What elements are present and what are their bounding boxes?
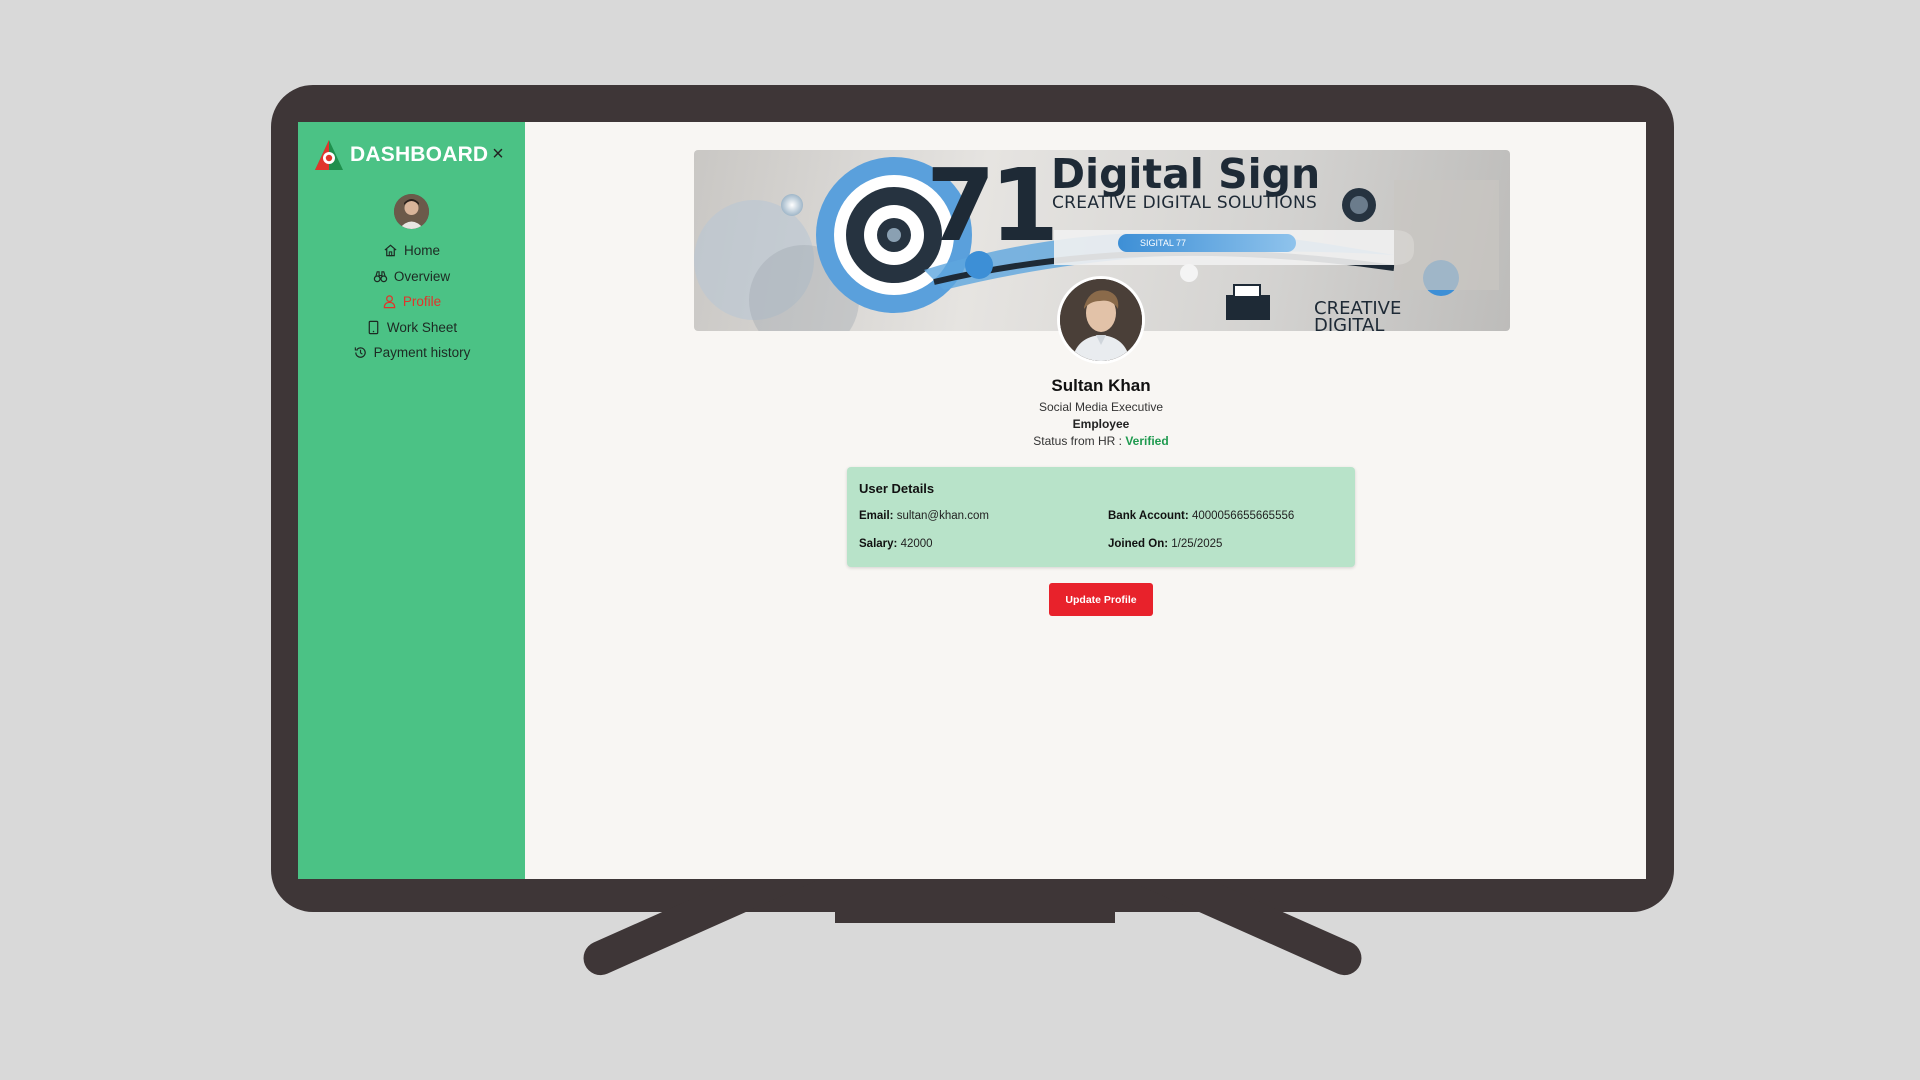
monitor-stand-neck (835, 905, 1115, 923)
profile-status: Status from HR : Verified (801, 434, 1401, 448)
profile-designation: Social Media Executive (1038, 400, 1164, 414)
salary-label: Salary: (859, 538, 898, 550)
avatar-image (394, 194, 429, 229)
salary-value: 42000 (900, 538, 933, 550)
dashboard-title: DASHBOARD (350, 143, 489, 166)
screen: DASHBOARD × Home Overview Profile Work S… (298, 122, 1646, 879)
user-details-title: User Details (859, 481, 935, 496)
sidebar-item-work-sheet[interactable]: Work Sheet (298, 315, 525, 341)
sidebar-item-label: Overview (393, 268, 451, 284)
close-icon: × (492, 143, 504, 165)
joined-row: Joined On: 1/25/2025 (1108, 538, 1222, 550)
banner-pill: SIGITAL 77 (1118, 234, 1296, 252)
email-row: Email: sultan@khan.com (859, 510, 989, 522)
logo-icon (315, 140, 343, 170)
binoculars-icon (373, 271, 388, 283)
update-profile-button[interactable]: Update Profile (1049, 583, 1153, 616)
sidebar-avatar[interactable] (394, 194, 429, 229)
banner-number: 71 (926, 150, 1059, 264)
banner-subtitle: CREATIVE DIGITAL SOLUTIONS (1052, 193, 1318, 213)
joined-value: 1/25/2025 (1171, 538, 1223, 550)
salary-row: Salary: 42000 (859, 538, 933, 550)
user-icon (383, 295, 396, 309)
sidebar-item-label: Payment history (373, 345, 471, 361)
sidebar-item-label: Work Sheet (386, 319, 458, 335)
sidebar-item-profile[interactable]: Profile (298, 289, 525, 315)
avatar-image (1060, 279, 1142, 361)
banner-title: Digital Sign (1051, 150, 1321, 198)
status-badge: Verified (1125, 434, 1169, 448)
sidebar-item-label: Profile (402, 294, 442, 310)
profile-avatar[interactable] (1057, 276, 1145, 364)
sidebar-item-overview[interactable]: Overview (298, 264, 525, 290)
user-details-card: User Details Email: sultan@khan.com Bank… (847, 467, 1355, 567)
sidebar-item-payment-history[interactable]: Payment history (298, 340, 525, 366)
history-icon (354, 347, 366, 359)
email-value: sultan@khan.com (896, 510, 989, 522)
banner-pill-text: SIGITAL 77 (1140, 238, 1187, 248)
email-label: Email: (859, 510, 894, 522)
sidebar-nav: Home Overview Profile Work Sheet Payment… (298, 238, 525, 366)
home-icon (384, 244, 397, 257)
bank-account-value: 4000056655665556 (1191, 510, 1295, 522)
bank-account-row: Bank Account: 4000056655665556 (1108, 510, 1294, 522)
brand[interactable]: DASHBOARD (314, 138, 488, 172)
sidebar-item-home[interactable]: Home (298, 238, 525, 264)
close-sidebar-button[interactable]: × (488, 144, 508, 164)
banner-corner-text: CREATIVE DIGITAL (1314, 298, 1402, 332)
tablet-icon (368, 320, 379, 334)
profile-role: Employee (1072, 417, 1130, 431)
profile-name: Sultan Khan (1051, 376, 1151, 395)
bank-account-label: Bank Account: (1108, 510, 1189, 522)
sidebar: DASHBOARD × Home Overview Profile Work S… (298, 122, 525, 879)
sidebar-item-label: Home (403, 243, 440, 259)
joined-label: Joined On: (1108, 538, 1169, 550)
status-label: Status from HR : (1033, 434, 1122, 448)
